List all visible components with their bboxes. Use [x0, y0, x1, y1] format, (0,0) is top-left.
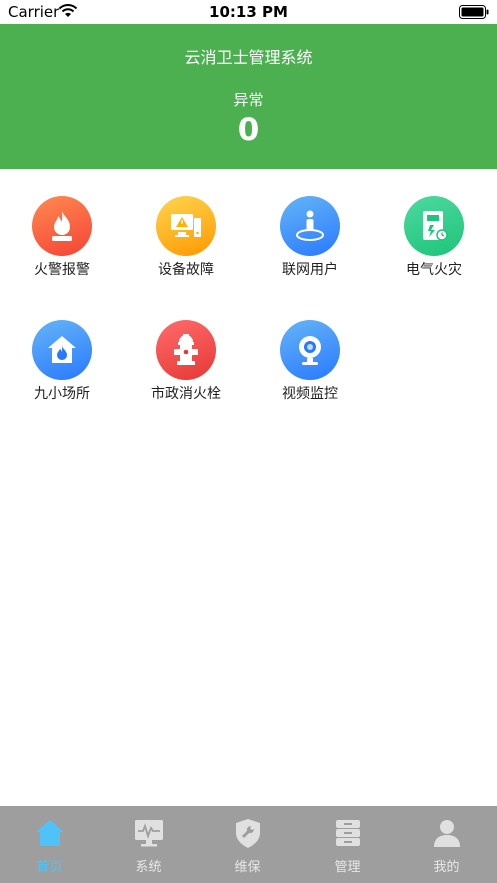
- grid-item-fire-alarm[interactable]: 火警报警: [0, 196, 124, 286]
- bottom-tab-bar: 首页 系统 维保 管理 我的: [0, 806, 497, 883]
- battery-icon: [459, 5, 489, 19]
- status-bar: Carrier 10:13 PM: [0, 0, 497, 24]
- tab-system[interactable]: 系统: [99, 806, 198, 883]
- home-icon: [36, 820, 64, 846]
- device-fault-icon: [156, 196, 216, 256]
- electrical-fire-icon: [404, 196, 464, 256]
- monitor-icon: [135, 820, 163, 847]
- grid-label: 九小场所: [34, 386, 90, 402]
- tab-maintenance[interactable]: 维保: [198, 806, 297, 883]
- abnormal-count[interactable]: 0: [0, 112, 497, 148]
- page-title: 云消卫士管理系统: [184, 48, 313, 67]
- abnormal-label: 异常: [233, 91, 264, 109]
- grid-label: 联网用户: [282, 262, 338, 278]
- tab-label: 维保: [234, 860, 261, 875]
- grid-label: 市政消火栓: [151, 386, 221, 402]
- tab-label: 管理: [334, 860, 361, 875]
- grid-item-electrical-fire[interactable]: 电气火灾: [372, 196, 496, 286]
- wrench-shield-icon: [236, 819, 260, 848]
- small-venue-icon: [32, 320, 92, 380]
- grid-label: 视频监控: [282, 386, 338, 402]
- tab-label: 系统: [135, 860, 162, 875]
- dashboard-header: 云消卫士管理系统 异常 0: [0, 24, 497, 169]
- camera-icon: [280, 320, 340, 380]
- hydrant-icon: [156, 320, 216, 380]
- tab-management[interactable]: 管理: [298, 806, 397, 883]
- fire-alarm-icon: [32, 196, 92, 256]
- tab-label: 我的: [433, 860, 460, 875]
- grid-item-small-venue[interactable]: 九小场所: [0, 320, 124, 410]
- grid-label: 设备故障: [158, 262, 214, 278]
- grid-label: 火警报警: [34, 262, 90, 278]
- grid-item-hydrant[interactable]: 市政消火栓: [124, 320, 248, 410]
- tab-label: 首页: [36, 860, 63, 875]
- cabinet-icon: [336, 820, 360, 846]
- grid-item-video-monitoring[interactable]: 视频监控: [248, 320, 372, 410]
- grid-label: 电气火灾: [406, 262, 462, 278]
- grid-item-device-fault[interactable]: 设备故障: [124, 196, 248, 286]
- user-icon: [434, 820, 460, 847]
- tab-mine[interactable]: 我的: [397, 806, 496, 883]
- network-user-icon: [280, 196, 340, 256]
- grid-item-network-user[interactable]: 联网用户: [248, 196, 372, 286]
- tab-home[interactable]: 首页: [0, 806, 99, 883]
- status-time: 10:13 PM: [209, 3, 288, 21]
